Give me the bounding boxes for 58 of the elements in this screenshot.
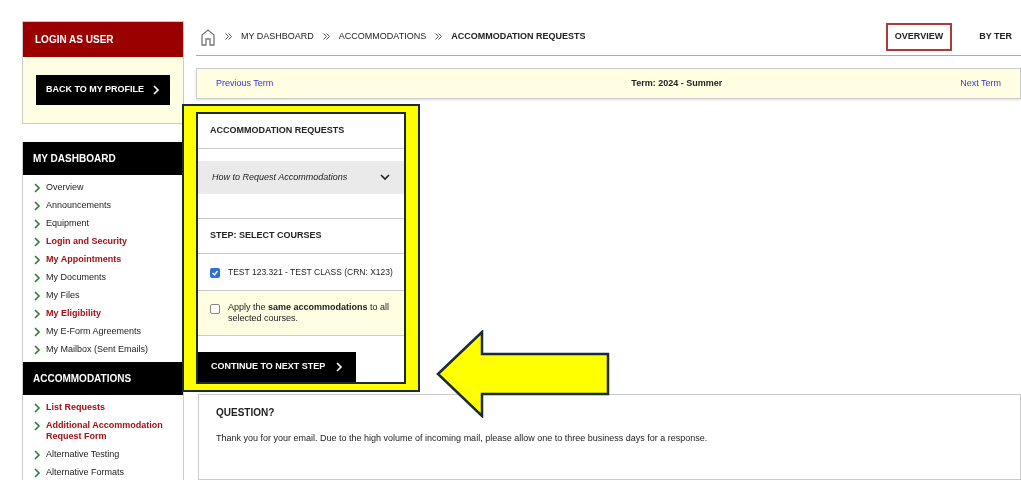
double-chevron-icon [225,33,232,41]
double-chevron-icon [435,33,443,41]
sidebar-link[interactable]: My Documents [46,271,107,283]
chevron-icon [33,290,41,301]
chevron-icon [33,254,41,265]
sidebar-link[interactable]: My Mailbox (Sent Emails) [46,343,149,355]
sidebar-link[interactable]: Equipment [46,217,90,229]
chevron-icon [33,236,41,247]
chevron-icon [33,200,41,211]
chevron-icon [33,449,41,460]
chevron-icon [335,362,344,372]
tab[interactable]: OVERVIEW [885,23,953,51]
sidebar-link[interactable]: My E-Form Agreements [46,325,142,337]
course-label: TEST 123.321 - TEST CLASS (CRN: X123) [228,265,393,279]
accordion-header[interactable]: How to Request Accommodations [198,160,404,194]
sidebar-link[interactable]: List Requests [46,401,105,413]
section-title: ACCOMMODATIONS [23,361,183,395]
breadcrumb-link[interactable]: ACCOMMODATION REQUESTS [451,30,586,44]
chevron-icon [33,420,41,431]
step-title: STEP: SELECT COURSES [198,218,404,254]
sidebar-link[interactable]: Overview [46,181,84,193]
tab[interactable]: BY TER [970,23,1021,51]
card-title: ACCOMMODATION REQUESTS [198,114,404,149]
chevron-icon [33,467,41,478]
back-to-profile-button[interactable]: BACK TO MY PROFILE [35,75,171,105]
panel-title: LOGIN AS USER [23,22,183,57]
chevron-icon [33,402,41,413]
sidebar-link[interactable]: Login and Security [46,235,127,247]
sidebar-link[interactable]: My Appointments [46,253,122,265]
term-label: Term: 2024 - Summer [631,76,723,90]
arrow-icon [436,330,612,418]
breadcrumb-link[interactable]: ACCOMMODATIONS [338,30,427,44]
chevron-icon [33,218,41,229]
breadcrumb-link[interactable]: MY DASHBOARD [241,30,314,44]
checkbox[interactable] [210,304,220,315]
section-title: MY DASHBOARD [23,141,183,175]
home-icon[interactable] [200,27,216,46]
question-title: QUESTION? [216,405,276,420]
double-chevron-icon [322,33,330,41]
sidebar-link[interactable]: My Files [46,289,80,301]
apply-all-label: Apply the same accommodations to all selected courses. [228,302,391,325]
sidebar-link[interactable]: Alternative Testing [46,448,120,460]
continue-button[interactable]: CONTINUE TO NEXT STEP [198,352,357,382]
chevron-icon [33,272,41,283]
chevron-icon [33,182,41,193]
chevron-icon [152,84,161,95]
chevron-icon [33,344,41,355]
sidebar-link[interactable]: Announcements [46,199,112,211]
sidebar-link[interactable]: My Eligibility [46,307,101,319]
chevron-icon [33,326,41,337]
sidebar-link[interactable]: Alternative Formats [46,466,125,478]
sidebar-link[interactable]: Additional Accommodation Request Form [46,419,173,442]
chevron-down-icon [380,173,390,182]
chevron-icon [33,308,41,319]
next-term-link[interactable]: Next Term [960,76,1001,90]
question-text: Thank you for your email. Due to the high volume of incoming mail, please allow one to three business days for a response. [216,431,709,445]
previous-term-link[interactable]: Previous Term [216,76,274,90]
checkbox[interactable] [210,267,220,278]
